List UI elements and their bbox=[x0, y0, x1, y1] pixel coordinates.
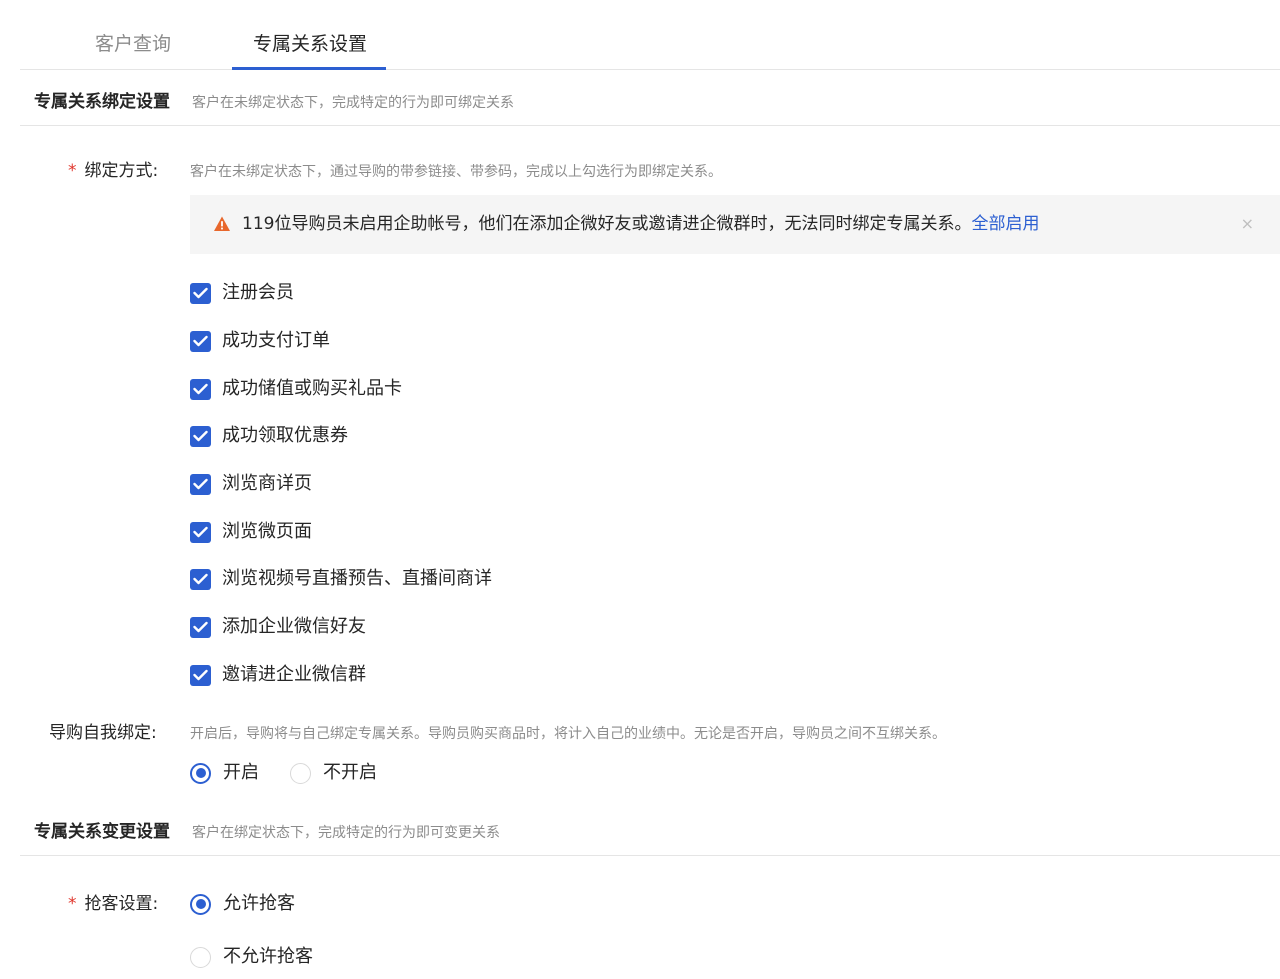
checkbox-checked-icon[interactable] bbox=[190, 568, 211, 590]
radio-label: 不开启 bbox=[323, 762, 377, 783]
binding-method-label-text: 绑定方式: bbox=[84, 161, 159, 181]
alert-message: 119位导购员未启用企助帐号，他们在添加企微好友或邀请进企微群时，无法同时绑定专… bbox=[242, 211, 1039, 237]
close-icon[interactable]: × bbox=[1241, 213, 1254, 235]
radio-disallow-grab[interactable]: 不允许抢客 bbox=[190, 945, 313, 969]
self-binding-hint: 开启后，导购将与自己绑定专属关系。导购员购买商品时，将计入自己的业绩中。无论是否… bbox=[190, 726, 946, 742]
checkbox-add-wecom-friend[interactable]: 添加企业微信好友 bbox=[190, 615, 366, 639]
tab-customer-query[interactable]: 客户查询 bbox=[95, 31, 171, 57]
checkbox-label: 注册会员 bbox=[222, 282, 294, 303]
grab-setting-label: * 抢客设置: bbox=[68, 892, 158, 916]
checkbox-receive-coupon[interactable]: 成功领取优惠券 bbox=[190, 424, 348, 448]
radio-enable[interactable]: 开启 bbox=[190, 761, 259, 785]
checkbox-checked-icon[interactable] bbox=[190, 521, 211, 543]
checkbox-label: 成功支付订单 bbox=[222, 330, 330, 351]
section-description: 客户在绑定状态下，完成特定的行为即可变更关系 bbox=[192, 825, 500, 841]
grab-setting-label-text: 抢客设置: bbox=[84, 894, 159, 914]
radio-selected-icon[interactable] bbox=[190, 893, 211, 915]
checkbox-label: 添加企业微信好友 bbox=[222, 616, 366, 637]
radio-allow-grab[interactable]: 允许抢客 bbox=[190, 892, 295, 916]
section-description: 客户在未绑定状态下，完成特定的行为即可绑定关系 bbox=[192, 95, 514, 111]
checkbox-label: 邀请进企业微信群 bbox=[222, 664, 366, 685]
radio-unselected-icon[interactable] bbox=[190, 946, 211, 968]
tab-exclusive-relation-settings[interactable]: 专属关系设置 bbox=[253, 31, 367, 57]
checkbox-label: 浏览视频号直播预告、直播间商详 bbox=[222, 568, 492, 589]
binding-method-hint: 客户在未绑定状态下，通过导购的带参链接、带参码，完成以上勾选行为即绑定关系。 bbox=[190, 164, 722, 180]
checkbox-invite-wecom-group[interactable]: 邀请进企业微信群 bbox=[190, 663, 366, 687]
enable-all-link[interactable]: 全部启用 bbox=[971, 214, 1039, 234]
radio-label: 不允许抢客 bbox=[223, 946, 313, 967]
checkbox-stored-value-gift-card[interactable]: 成功储值或购买礼品卡 bbox=[190, 377, 402, 401]
checkbox-checked-icon[interactable] bbox=[190, 330, 211, 352]
binding-section-header: 专属关系绑定设置 客户在未绑定状态下，完成特定的行为即可绑定关系 bbox=[20, 82, 1280, 126]
checkbox-register-member[interactable]: 注册会员 bbox=[190, 281, 294, 305]
checkbox-label: 成功领取优惠券 bbox=[222, 425, 348, 446]
section-title: 专属关系绑定设置 bbox=[34, 92, 170, 112]
checkbox-label: 浏览微页面 bbox=[222, 521, 312, 542]
checkbox-pay-order[interactable]: 成功支付订单 bbox=[190, 329, 330, 353]
checkbox-checked-icon[interactable] bbox=[190, 664, 211, 686]
binding-method-label: * 绑定方式: bbox=[68, 159, 158, 183]
alert-text: 119位导购员未启用企助帐号，他们在添加企微好友或邀请进企微群时，无法同时绑定专… bbox=[242, 214, 972, 234]
change-section-header: 专属关系变更设置 客户在绑定状态下，完成特定的行为即可变更关系 bbox=[20, 812, 1280, 856]
section-title: 专属关系变更设置 bbox=[34, 822, 170, 842]
radio-label: 开启 bbox=[223, 762, 259, 783]
checkbox-checked-icon[interactable] bbox=[190, 282, 211, 304]
checkbox-checked-icon[interactable] bbox=[190, 425, 211, 447]
required-mark: * bbox=[68, 894, 77, 914]
self-binding-label: 导购自我绑定: bbox=[49, 723, 157, 743]
checkbox-checked-icon[interactable] bbox=[190, 378, 211, 400]
checkbox-label: 成功储值或购买礼品卡 bbox=[222, 378, 402, 399]
active-tab-indicator bbox=[232, 67, 386, 70]
radio-disable[interactable]: 不开启 bbox=[290, 761, 377, 785]
checkbox-browse-product-detail[interactable]: 浏览商详页 bbox=[190, 472, 312, 496]
radio-selected-icon[interactable] bbox=[190, 762, 211, 784]
checkbox-label: 浏览商详页 bbox=[222, 473, 312, 494]
checkbox-checked-icon[interactable] bbox=[190, 473, 211, 495]
radio-label: 允许抢客 bbox=[223, 893, 295, 914]
required-mark: * bbox=[68, 161, 77, 181]
checkbox-browse-micro-page[interactable]: 浏览微页面 bbox=[190, 520, 312, 544]
tab-bar: 客户查询 专属关系设置 bbox=[20, 0, 1280, 70]
warning-triangle-icon bbox=[214, 216, 230, 231]
checkbox-checked-icon[interactable] bbox=[190, 616, 211, 638]
radio-unselected-icon[interactable] bbox=[290, 762, 311, 784]
warning-alert: 119位导购员未启用企助帐号，他们在添加企微好友或邀请进企微群时，无法同时绑定专… bbox=[190, 195, 1280, 254]
checkbox-browse-live-stream[interactable]: 浏览视频号直播预告、直播间商详 bbox=[190, 567, 492, 591]
